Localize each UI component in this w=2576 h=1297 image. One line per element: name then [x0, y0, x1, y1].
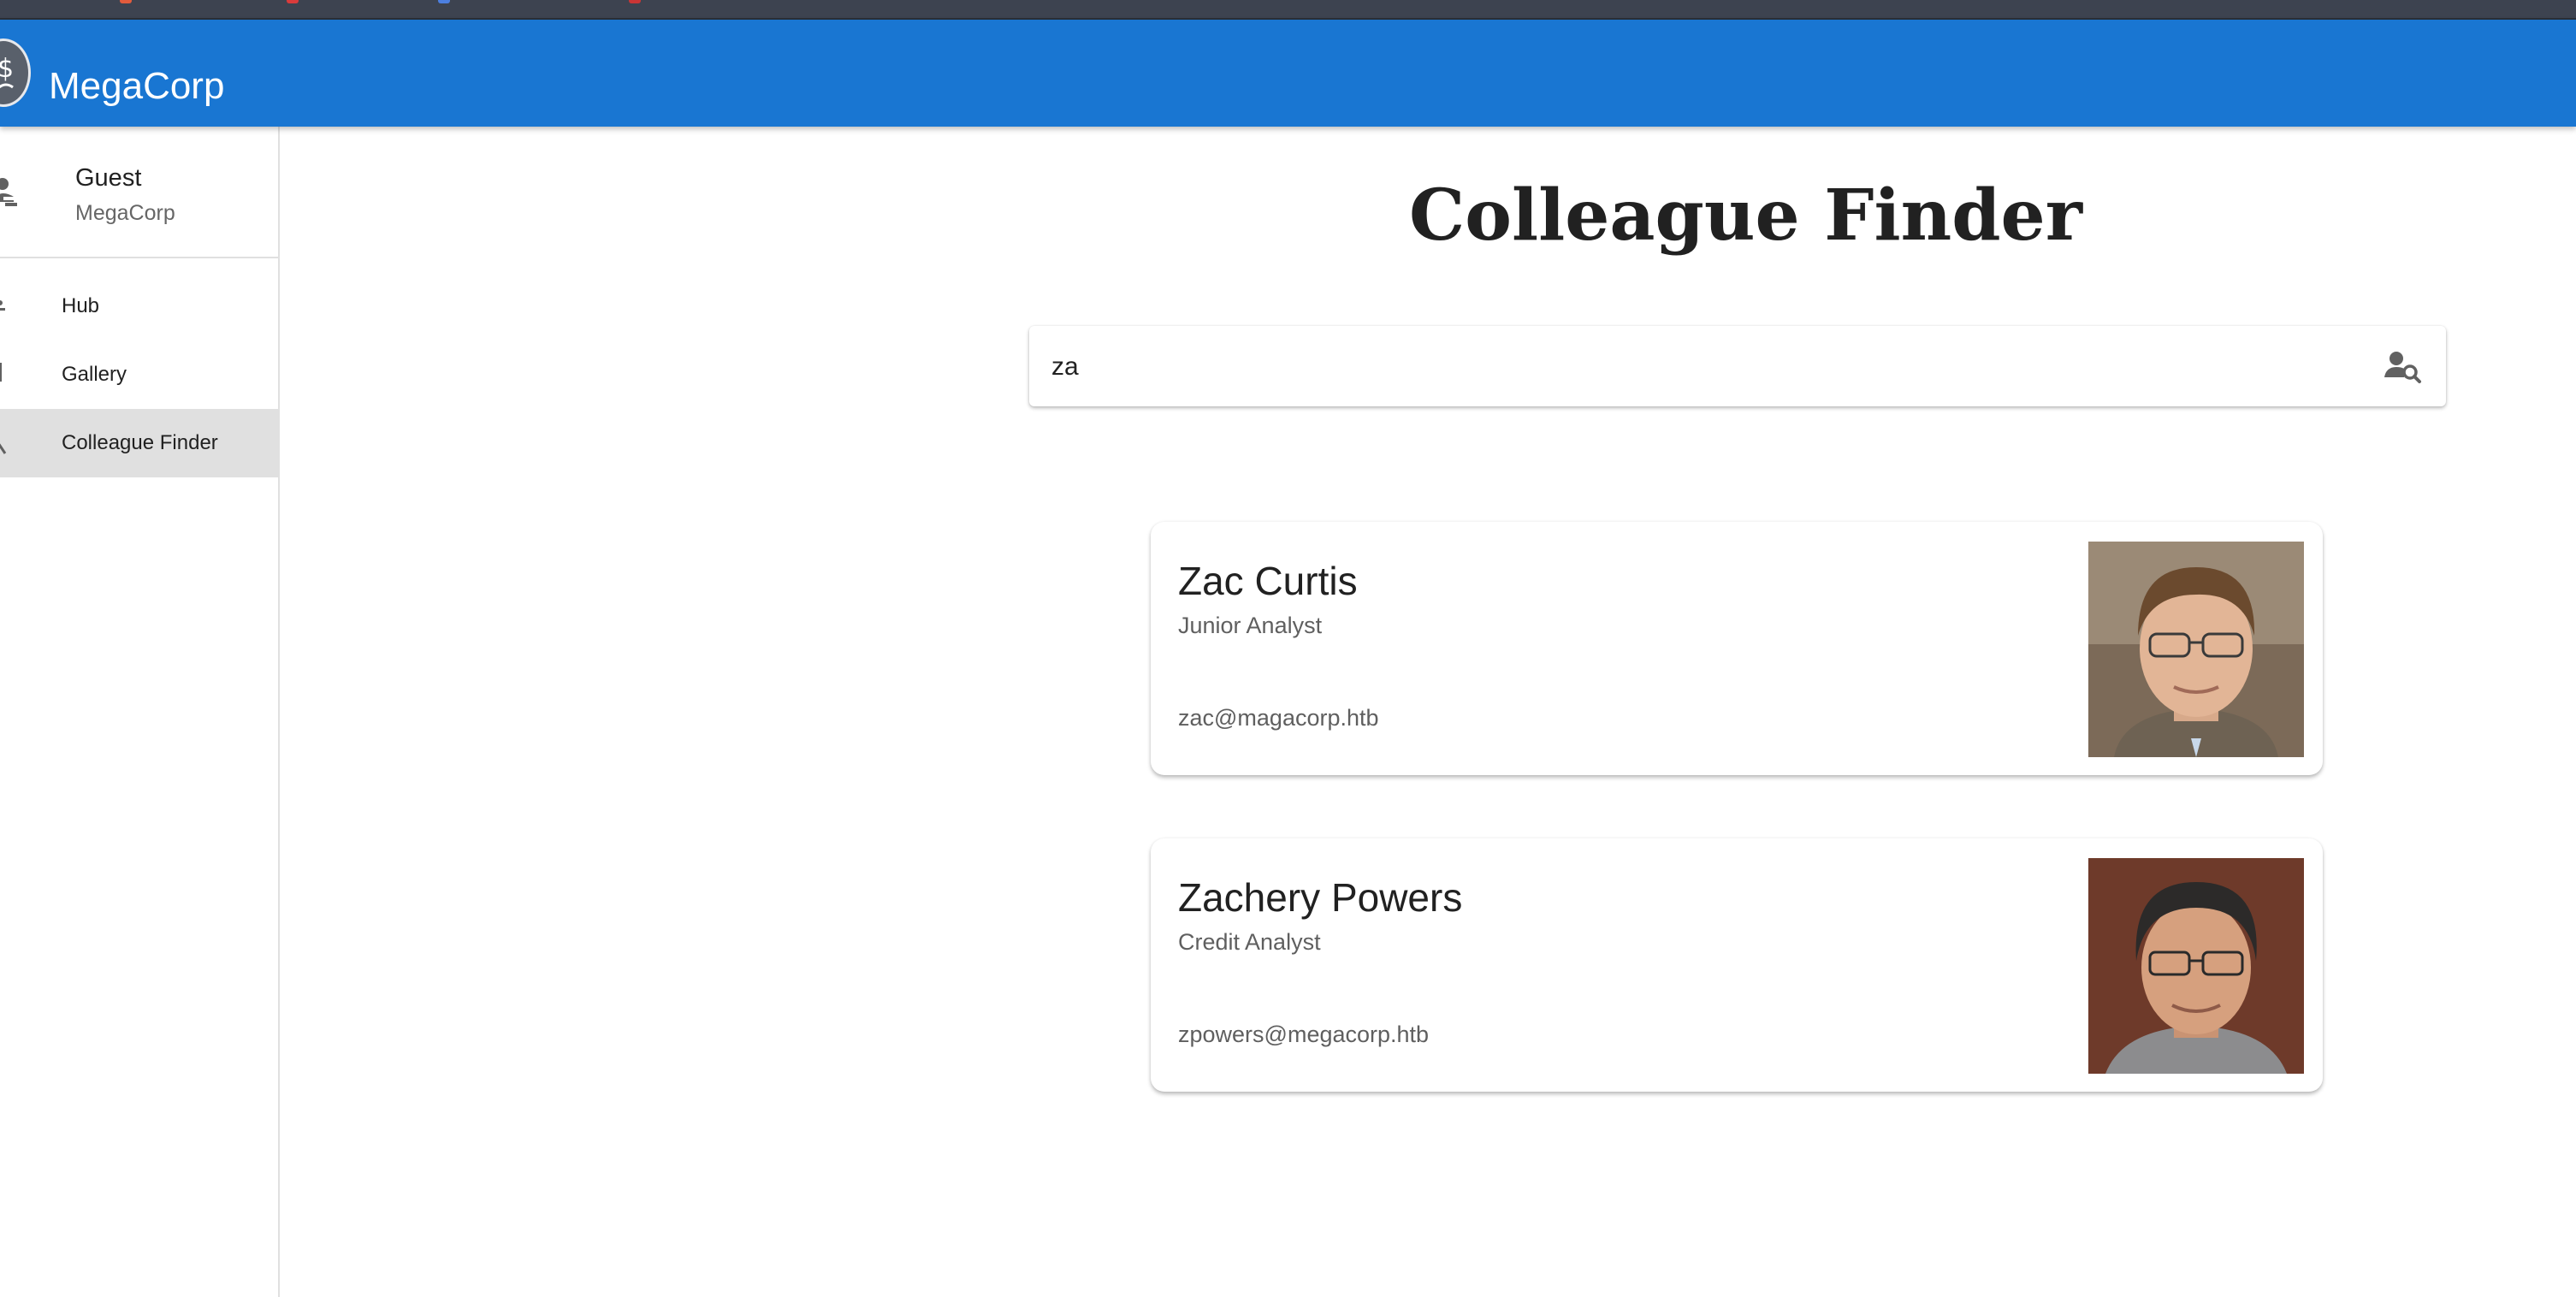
colleague-job-title: Credit Analyst: [1178, 929, 1321, 955]
colleague-photo: [2088, 858, 2304, 1074]
sidebar-item-gallery[interactable]: Gallery: [0, 341, 278, 409]
app-title: MegaCorp: [49, 65, 225, 107]
page-title: Colleague Finder: [1409, 175, 2082, 257]
sidebar-item-colleague-finder[interactable]: Colleague Finder: [0, 409, 278, 477]
user-name: Guest: [75, 164, 142, 192]
user-org: MegaCorp: [75, 201, 175, 225]
gallery-icon: [0, 363, 9, 391]
logo-icon[interactable]: $: [0, 38, 31, 107]
colleague-card[interactable]: Zac Curtis Junior Analyst zac@magacorp.h…: [1151, 522, 2323, 775]
colleague-email: zpowers@megacorp.htb: [1178, 1022, 1430, 1047]
app-bar: $ MegaCorp: [0, 20, 2576, 127]
colleague-job-title: Junior Analyst: [1178, 613, 1323, 638]
hub-icon: [0, 294, 9, 323]
colleague-name: Zac Curtis: [1178, 559, 1358, 603]
account-icon: [0, 176, 21, 215]
sidebar: Guest MegaCorp Hub Gallery Colleague Fin…: [0, 127, 280, 1297]
colleague-name: Zachery Powers: [1178, 875, 1463, 920]
sidebar-item-label: Hub: [62, 294, 100, 317]
search-box: [1029, 326, 2446, 406]
colleague-card[interactable]: Zachery Powers Credit Analyst zpowers@me…: [1151, 838, 2323, 1092]
person-search-icon[interactable]: [2384, 350, 2422, 388]
svg-text:$: $: [0, 54, 14, 84]
user-profile: Guest MegaCorp: [0, 127, 278, 258]
colleague-email: zac@magacorp.htb: [1178, 705, 1379, 731]
browser-tab-strip: [0, 0, 2576, 20]
sidebar-item-label: Gallery: [62, 363, 127, 386]
sidebar-item-hub[interactable]: Hub: [0, 272, 278, 341]
sidebar-item-label: Colleague Finder: [62, 431, 218, 454]
search-icon: [0, 431, 9, 459]
search-input[interactable]: [1050, 345, 2336, 389]
colleague-photo: [2088, 542, 2304, 757]
